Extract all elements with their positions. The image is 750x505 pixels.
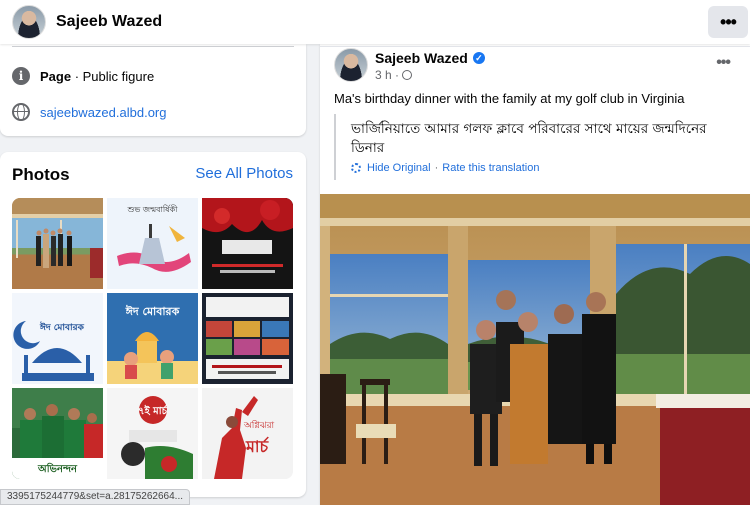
- photo-caption: ঈদ মোবারক: [125, 305, 180, 318]
- more-icon: •••: [720, 11, 737, 32]
- profile-name[interactable]: Sajeeb Wazed: [56, 13, 162, 31]
- post-photo[interactable]: [320, 194, 750, 505]
- photos-title: Photos: [12, 165, 70, 184]
- rate-translation-link[interactable]: Rate this translation: [442, 162, 539, 174]
- public-globe-icon: [402, 70, 413, 80]
- photo-family-dinner[interactable]: [12, 198, 103, 289]
- page-category-row: i Page · Public figure: [12, 67, 154, 85]
- translated-text: ভার্জিনিয়াতে আমার গলফ ক্লাবে পরিবারের স…: [351, 121, 707, 156]
- photo-collage-poster[interactable]: [202, 293, 293, 384]
- verified-badge-icon: ✓: [472, 52, 485, 64]
- translation-box: ভার্জিনিয়াতে আমার গলফ ক্লাবে পরিবারের স…: [334, 114, 739, 180]
- divider: [320, 46, 750, 47]
- post-author-name[interactable]: Sajeeb Wazed: [375, 50, 468, 66]
- photo-caption: মার্চ: [246, 437, 269, 456]
- photos-grid: শুভ জন্মবার্ষিকী ঈদ মোবারক ঈদ মোবারক অভি…: [12, 198, 293, 479]
- hide-original-link[interactable]: Hide Original: [367, 162, 431, 174]
- photo-independence-poster[interactable]: অগ্নিঝরা মার্চ: [202, 388, 293, 479]
- photo-eid-mubarak-family[interactable]: ঈদ মোবারক: [107, 293, 198, 384]
- website-row: sajeebwazed.albd.org: [12, 103, 166, 121]
- photo-caption: ঈদ মোবারক: [40, 323, 84, 333]
- gear-icon: [351, 163, 361, 173]
- photo-birthday-illustration[interactable]: শুভ জন্মবার্ষিকী: [107, 198, 198, 289]
- post-time-label[interactable]: 3 h ·: [375, 68, 399, 82]
- post-text: Ma's birthday dinner with the family at …: [334, 91, 685, 106]
- photo-caption: শুভ জন্মবার্ষিকী: [127, 205, 178, 214]
- post-author-avatar[interactable]: [334, 48, 368, 82]
- photo-eid-mubarak-mosque[interactable]: ঈদ মোবারক: [12, 293, 103, 384]
- post-timestamp[interactable]: 3 h ·: [375, 68, 413, 82]
- category-value: Public figure: [82, 68, 155, 84]
- photos-card: Photos See All Photos শুভ জন্মবার্ষিকী ঈ…: [0, 152, 306, 497]
- separator: ·: [434, 162, 439, 174]
- profile-avatar[interactable]: [12, 5, 46, 39]
- category-separator: ·: [71, 68, 83, 84]
- globe-icon: [12, 103, 30, 121]
- photo-cricket-team[interactable]: অভিনন্দন: [12, 388, 103, 479]
- translation-actions: Hide Original · Rate this translation: [351, 162, 539, 174]
- post-author[interactable]: Sajeeb Wazed ✓: [375, 50, 485, 66]
- post-more-button[interactable]: •••: [716, 54, 731, 72]
- more-options-button[interactable]: •••: [708, 6, 748, 38]
- photo-caption: অভিনন্দন: [38, 464, 77, 475]
- divider: [12, 46, 294, 47]
- page-header: Sajeeb Wazed •••: [0, 0, 750, 44]
- photo-red-poster[interactable]: [202, 198, 293, 289]
- website-link[interactable]: sajeebwazed.albd.org: [40, 105, 166, 120]
- category-label: Page: [40, 68, 72, 84]
- photo-caption: অগ্নিঝরা: [244, 421, 275, 431]
- post-card: Sajeeb Wazed ✓ 3 h · ••• Ma's birthday d…: [320, 44, 750, 505]
- status-url: 3395175244779&set=a.28175262664...: [0, 489, 191, 505]
- see-all-photos-link[interactable]: See All Photos: [195, 165, 293, 182]
- info-icon: i: [12, 67, 30, 85]
- intro-card: i Page · Public figure sajeebwazed.albd.…: [0, 44, 306, 136]
- photo-march-poster[interactable]: ৭ই মার্চ: [107, 388, 198, 479]
- photo-caption: ৭ই মার্চ: [137, 406, 168, 417]
